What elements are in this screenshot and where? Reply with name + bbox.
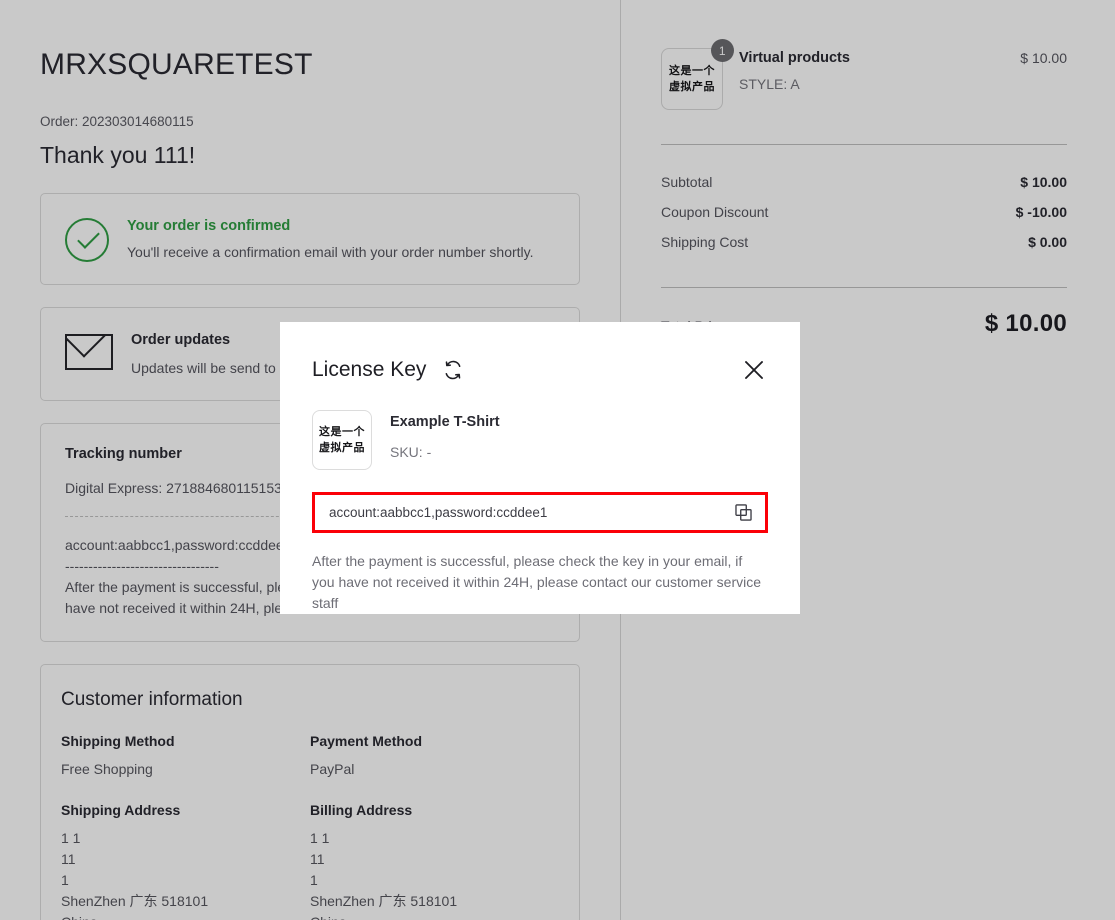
license-key-note: After the payment is successful, please … bbox=[312, 553, 762, 611]
modal-thumbnail-line2: 虚拟产品 bbox=[319, 441, 365, 454]
refresh-icon[interactable] bbox=[442, 359, 464, 381]
modal-thumbnail-line1: 这是一个 bbox=[319, 425, 365, 438]
modal-product-thumbnail: 这是一个 虚拟产品 bbox=[312, 410, 372, 470]
modal-product-name: Example T-Shirt bbox=[390, 414, 500, 430]
license-key-product: 这是一个 虚拟产品 Example T-Shirt SKU: - bbox=[312, 410, 768, 470]
license-key-modal: License Key 这是一个 虚拟产品 Example T-Shirt SK… bbox=[280, 322, 800, 614]
copy-icon[interactable] bbox=[733, 503, 753, 523]
license-key-modal-header: License Key bbox=[312, 350, 768, 390]
license-key-modal-title: License Key bbox=[312, 358, 427, 381]
license-key-field[interactable]: account:aabbcc1,password:ccddee1 bbox=[312, 492, 768, 533]
modal-product-sku: SKU: - bbox=[390, 444, 432, 460]
license-key-value: account:aabbcc1,password:ccddee1 bbox=[329, 505, 548, 520]
close-icon[interactable] bbox=[740, 356, 768, 384]
